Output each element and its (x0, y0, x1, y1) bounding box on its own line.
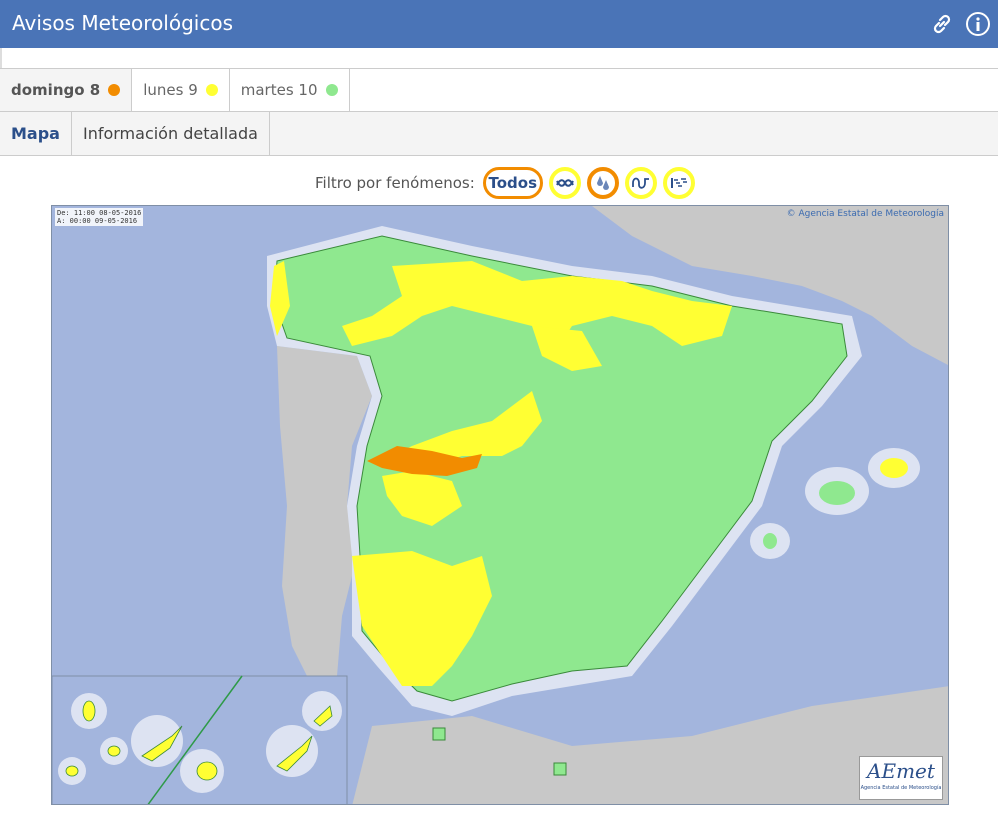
tab-martes[interactable]: martes 10 (230, 69, 350, 111)
header-spacer (0, 48, 998, 68)
green-dot-icon (325, 84, 338, 96)
logo-text: AEmet (867, 759, 935, 783)
app-header: Avisos Meteorológicos (0, 0, 998, 48)
rain-icon[interactable] (586, 167, 619, 199)
map-canvas (52, 206, 948, 804)
tab-informacion-detallada[interactable]: Información detallada (72, 112, 270, 155)
view-tabs: Mapa Información detallada (0, 112, 998, 156)
tab-label: lunes 9 (143, 81, 198, 99)
validity-to: A: 00:00 09-05-2016 (57, 217, 138, 225)
map-credit: © Agencia Estatal de Meteorología (786, 209, 944, 219)
info-icon[interactable] (964, 10, 992, 38)
aemet-logo: AEmet Agencia Estatal de Meteorología (859, 756, 943, 800)
tab-domingo[interactable]: domingo 8 (0, 69, 133, 111)
phenomena-filter: Filtro por fenómenos: Todos (315, 166, 695, 200)
temperature-icon[interactable] (624, 167, 657, 199)
logo-subtext: Agencia Estatal de Meteorología (860, 785, 942, 791)
coastal-waves-icon[interactable] (548, 167, 581, 199)
tab-lunes[interactable]: lunes 9 (132, 69, 230, 111)
yellow-dot-icon (205, 84, 218, 96)
wind-icon[interactable] (662, 167, 695, 199)
orange-dot-icon (108, 84, 121, 96)
page-title: Avisos Meteorológicos (12, 11, 233, 35)
filter-label: Filtro por fenómenos: (315, 174, 475, 192)
tab-label: domingo 8 (11, 81, 101, 99)
warnings-map[interactable]: De: 11:00 08-05-2016 A: 00:00 09-05-2016… (51, 205, 949, 805)
tab-mapa[interactable]: Mapa (0, 112, 72, 155)
day-tabs: domingo 8 lunes 9 martes 10 (0, 68, 998, 112)
validity-from: De: 11:00 08-05-2016 (57, 209, 142, 217)
filter-todos-button[interactable]: Todos (482, 167, 543, 199)
link-icon[interactable] (928, 10, 956, 38)
tab-label: martes 10 (240, 81, 318, 99)
validity-stamp: De: 11:00 08-05-2016 A: 00:00 09-05-2016 (55, 208, 144, 226)
